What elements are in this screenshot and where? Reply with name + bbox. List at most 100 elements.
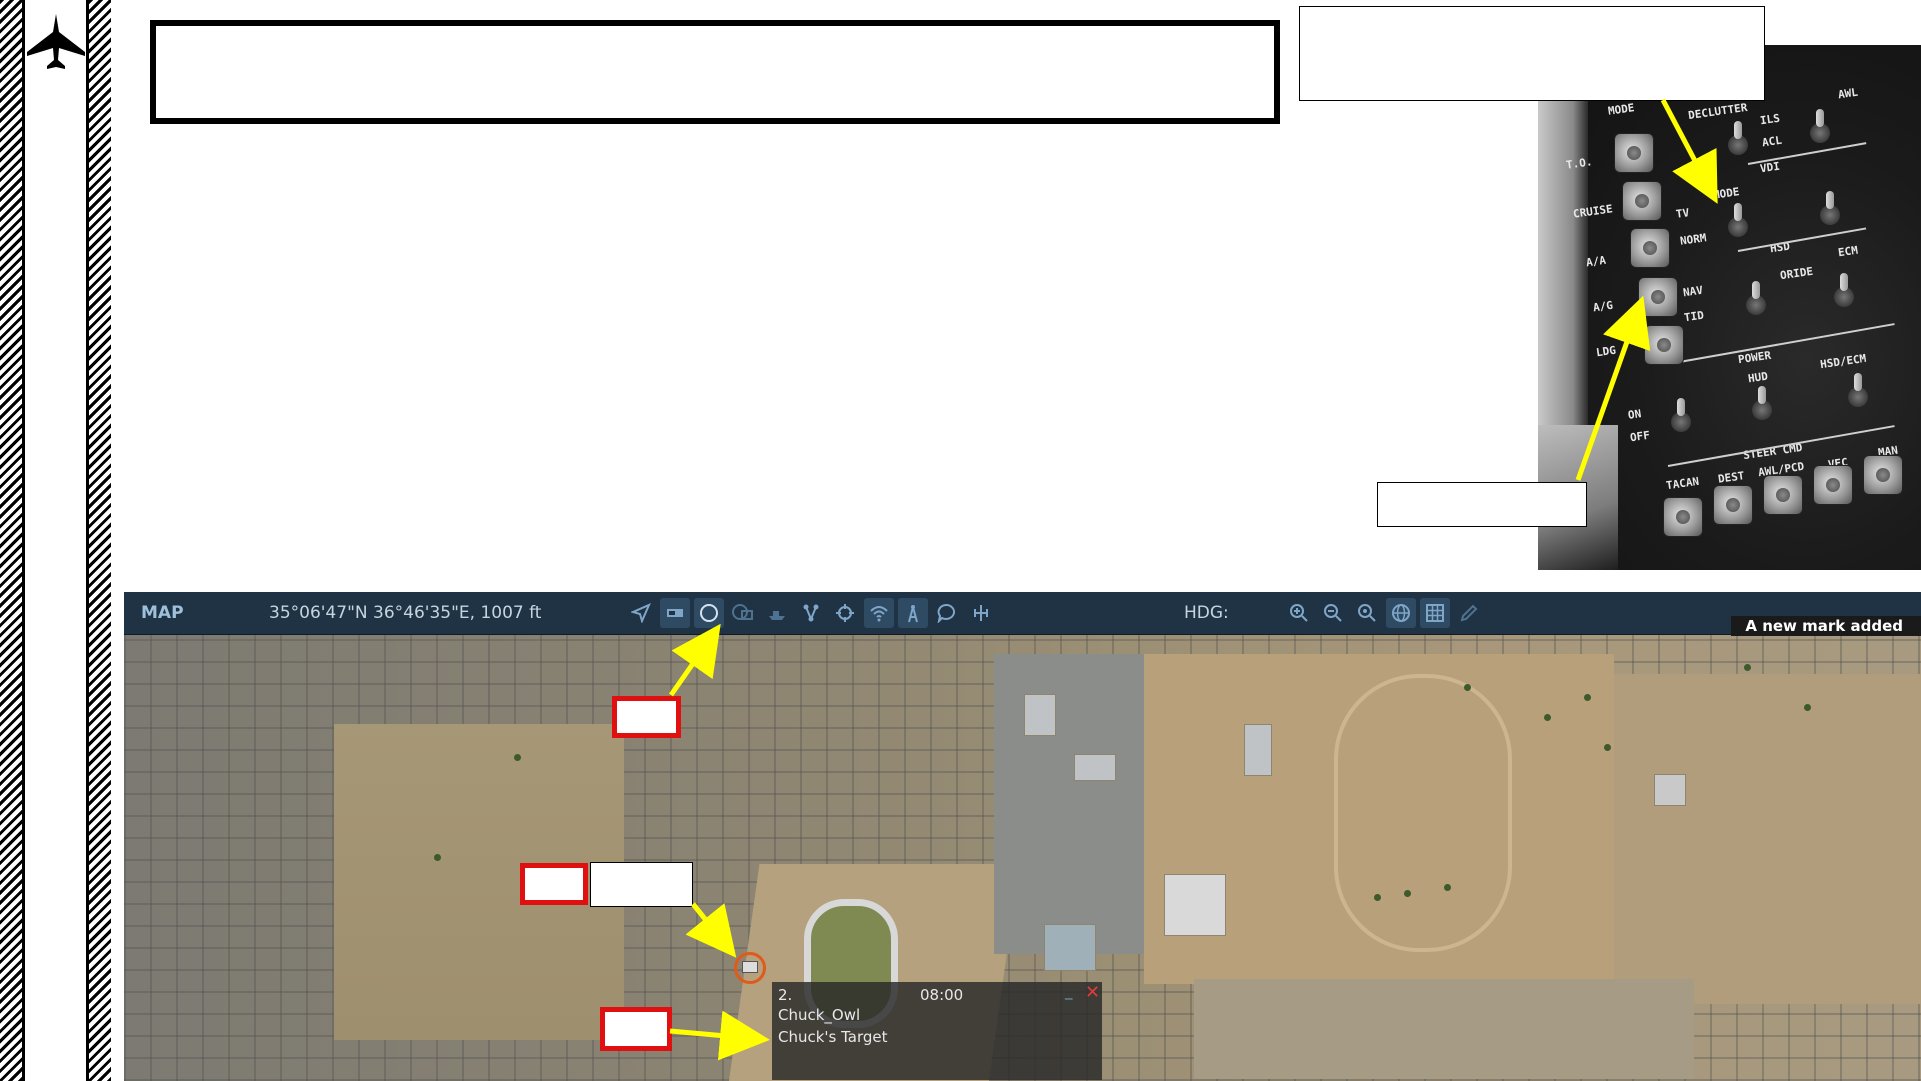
- map-building: [1074, 754, 1116, 781]
- steer-cmd-button[interactable]: [1763, 475, 1803, 515]
- panel-label: NORM: [1679, 231, 1708, 248]
- hsd-ecm-power-switch[interactable]: [1848, 373, 1868, 407]
- map-tree: [1544, 714, 1551, 721]
- zoom-in-icon[interactable]: [1284, 598, 1314, 628]
- mark-note: Chuck's Target: [778, 1028, 888, 1046]
- steer-cmd-button[interactable]: [1863, 455, 1903, 495]
- fighter-jet-icon: [27, 14, 85, 69]
- map-tree: [1604, 744, 1611, 751]
- ecm-switch[interactable]: [1834, 273, 1854, 307]
- rail-divider: [22, 0, 25, 1081]
- zoom-reset-icon[interactable]: [1352, 598, 1382, 628]
- map-tree: [434, 854, 441, 861]
- globe-icon[interactable]: [1386, 598, 1416, 628]
- map-tree: [1444, 884, 1451, 891]
- panel-label: MODE: [1712, 185, 1741, 202]
- right-hatched-border: [89, 0, 111, 1081]
- master-mode-button[interactable]: [1622, 181, 1662, 221]
- panel-label: ACL: [1761, 133, 1783, 150]
- marker-rectangle-icon[interactable]: [660, 598, 690, 628]
- antenna-icon[interactable]: [898, 598, 928, 628]
- master-mode-button[interactable]: [1630, 228, 1670, 268]
- zoom-out-icon[interactable]: [1318, 598, 1348, 628]
- steer-cmd-button[interactable]: [1663, 497, 1703, 537]
- panel-label: TID: [1683, 308, 1705, 325]
- map-tree: [1584, 694, 1591, 701]
- panel-label: TV: [1675, 206, 1691, 221]
- grid-icon[interactable]: [1420, 598, 1450, 628]
- chat-icon[interactable]: [932, 598, 962, 628]
- panel-label: DEST: [1717, 469, 1746, 486]
- panel-label: MODE: [1607, 101, 1636, 118]
- vdi-power-switch[interactable]: [1671, 398, 1691, 432]
- panel-label: LDG: [1595, 343, 1617, 360]
- map-building: [1244, 724, 1272, 776]
- ruler-icon[interactable]: [966, 598, 996, 628]
- map-building: [1164, 874, 1226, 936]
- slide-title-box: [150, 20, 1280, 124]
- f10-map-window[interactable]: MAP 35°06'47"N 36°46'35"E, 1007 ft HDG: …: [124, 592, 1921, 1081]
- callout-box-red: [520, 863, 588, 905]
- panel-label: A/G: [1592, 298, 1614, 315]
- layers-icon[interactable]: [728, 598, 758, 628]
- hsd-mode-switch[interactable]: [1746, 281, 1766, 315]
- wifi-icon[interactable]: [864, 598, 894, 628]
- callout-box: [1377, 482, 1587, 527]
- panel-label: HSD/ECM: [1819, 351, 1868, 372]
- pencil-icon[interactable]: [1454, 598, 1484, 628]
- map-tree: [1464, 684, 1471, 691]
- cockpit-control-panel-photo: MODE DECLUTTER AWL T.O. CRUISE A/A A/G L…: [1538, 45, 1921, 570]
- callout-box-red: [612, 696, 681, 738]
- panel-label: A/A: [1585, 253, 1607, 270]
- panel-label: NAV: [1682, 283, 1704, 300]
- master-mode-button[interactable]: [1614, 133, 1654, 173]
- panel-label: AWL: [1837, 85, 1859, 102]
- master-mode-button[interactable]: [1638, 277, 1678, 317]
- ship-icon[interactable]: [762, 598, 792, 628]
- map-building: [1024, 694, 1056, 736]
- map-racetrack: [1334, 674, 1512, 952]
- declutter-switch[interactable]: [1728, 121, 1748, 155]
- panel-label: DECLUTTER: [1687, 100, 1749, 123]
- mark-number: 2.: [778, 986, 793, 1004]
- steer-cmd-button[interactable]: [1813, 465, 1853, 505]
- map-tree: [1804, 704, 1811, 711]
- cursor-coordinates: 35°06'47"N 36°46'35"E, 1007 ft: [269, 603, 542, 623]
- panel-label: TACAN: [1665, 474, 1700, 493]
- minimize-button[interactable]: _: [1065, 982, 1073, 1000]
- panel-label: ILS: [1759, 111, 1781, 128]
- map-building: [1044, 924, 1096, 971]
- map-desert: [1614, 674, 1921, 1004]
- left-hatched-border: [0, 0, 22, 1081]
- awl-switch[interactable]: [1820, 191, 1840, 225]
- callout-box: [590, 862, 693, 907]
- route-icon[interactable]: [796, 598, 826, 628]
- mark-time: 08:00: [920, 986, 964, 1004]
- map-building: [1654, 774, 1686, 806]
- panel-label: ORIDE: [1779, 264, 1814, 283]
- map-mark-label-icon: [742, 961, 758, 973]
- steer-cmd-button[interactable]: [1713, 485, 1753, 525]
- navigate-icon[interactable]: [626, 598, 656, 628]
- awl-switch[interactable]: [1810, 109, 1830, 143]
- mark-author: Chuck_Owl: [778, 1006, 861, 1024]
- close-button[interactable]: ✕: [1085, 982, 1100, 1003]
- map-tree: [1374, 894, 1381, 901]
- map-tree: [1404, 890, 1411, 897]
- callout-box: [1299, 6, 1765, 101]
- panel-label: HUD: [1747, 369, 1769, 386]
- master-mode-button[interactable]: [1644, 325, 1684, 365]
- hud-power-switch[interactable]: [1752, 386, 1772, 420]
- panel-label: OFF: [1629, 428, 1651, 445]
- map-tree: [1744, 664, 1751, 671]
- map-town: [1194, 979, 1694, 1079]
- mark-info-popup[interactable]: 2. 08:00 _ ✕ Chuck_Owl Chuck's Target: [772, 982, 1102, 1080]
- rail-divider: [86, 0, 89, 1081]
- panel-label: ECM: [1837, 243, 1859, 260]
- map-tree: [514, 754, 521, 761]
- panel-label: T.O.: [1565, 155, 1594, 172]
- panel-label: ON: [1627, 407, 1643, 422]
- circle-icon[interactable]: [694, 598, 724, 628]
- crosshair-icon[interactable]: [830, 598, 860, 628]
- vdi-mode-switch[interactable]: [1728, 203, 1748, 237]
